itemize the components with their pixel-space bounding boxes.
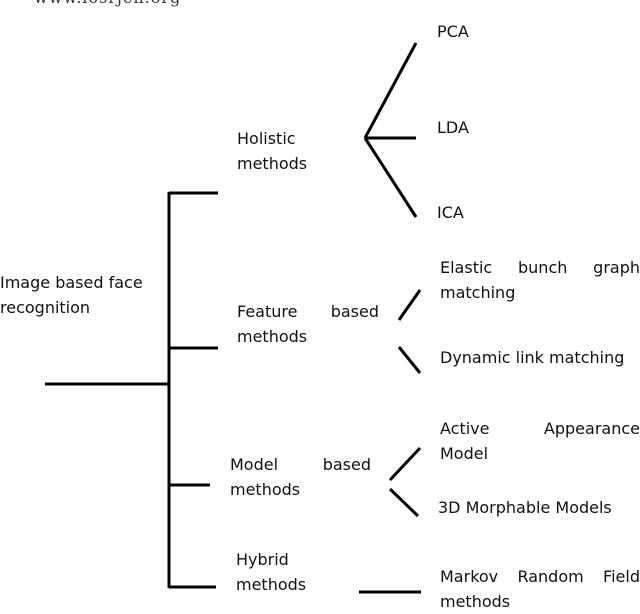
method-label-word: bunch bbox=[518, 258, 568, 277]
edge-pca bbox=[363, 42, 418, 139]
method-pca: PCA bbox=[437, 22, 469, 41]
category-label-line1: Hybrid bbox=[236, 550, 289, 569]
category-label-line2: methods bbox=[237, 154, 308, 173]
root-label-line2: recognition bbox=[0, 298, 91, 317]
root-label-line1: Image based face bbox=[0, 273, 143, 292]
edge-aam bbox=[388, 446, 422, 482]
watermark-text: www.iosrjen.org bbox=[34, 0, 181, 7]
method-ica: ICA bbox=[437, 203, 464, 222]
category-label-line2: methods bbox=[236, 575, 307, 594]
category-label-word: Model bbox=[230, 455, 279, 474]
category-label-line1: Holistic bbox=[237, 129, 296, 148]
method-label-word: Appearance bbox=[543, 419, 640, 438]
edge-dlm bbox=[397, 346, 422, 374]
method-label-word: Markov bbox=[440, 567, 499, 586]
method-3d-morphable-models: 3D Morphable Models bbox=[438, 498, 612, 517]
method-lda: LDA bbox=[437, 118, 469, 137]
category-model: Model based methods bbox=[230, 452, 371, 502]
method-active-appearance-model: Active Appearance Model bbox=[440, 416, 640, 466]
edge-3dmm bbox=[388, 487, 420, 518]
edge-ica bbox=[363, 137, 418, 218]
category-hybrid: Hybrid methods bbox=[236, 547, 306, 597]
category-label-line2: methods bbox=[237, 327, 308, 346]
method-elastic-bunch-graph-matching: Elastic bunch graph matching bbox=[440, 255, 640, 305]
method-label-word: Elastic bbox=[440, 258, 493, 277]
method-label-line2: Model bbox=[440, 444, 489, 463]
method-label-word: graph bbox=[593, 258, 640, 277]
method-label-line2: methods bbox=[440, 592, 511, 611]
method-label-word: Field bbox=[603, 567, 640, 586]
method-label-line2: matching bbox=[440, 283, 516, 302]
root-node: Image based face recognition bbox=[0, 270, 143, 320]
category-label-word: based bbox=[322, 455, 371, 474]
category-feature: Feature based methods bbox=[237, 299, 379, 349]
category-label-line2: methods bbox=[230, 480, 301, 499]
method-label-word: Active bbox=[440, 419, 490, 438]
category-label-word: based bbox=[330, 302, 379, 321]
method-dynamic-link-matching: Dynamic link matching bbox=[440, 348, 625, 367]
edge-ebgm bbox=[397, 289, 422, 321]
category-label-word: Feature bbox=[237, 302, 298, 321]
method-markov-random-field: Markov Random Field methods bbox=[440, 564, 640, 614]
category-holistic: Holistic methods bbox=[237, 126, 307, 176]
method-label-word: Random bbox=[517, 567, 584, 586]
